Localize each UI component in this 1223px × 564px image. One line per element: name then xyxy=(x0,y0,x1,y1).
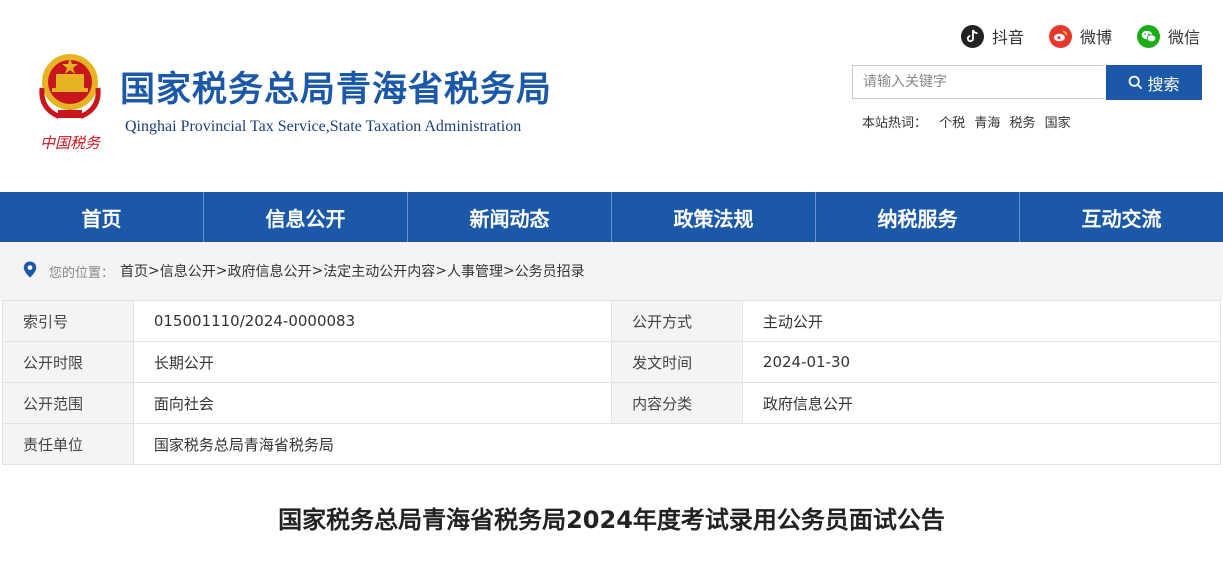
meta-value-index-no: 015001110/2024-0000083 xyxy=(132,300,613,342)
meta-key-scope: 公开范围 xyxy=(2,382,134,424)
meta-key-method: 公开方式 xyxy=(611,300,743,342)
search-button[interactable]: 搜索 xyxy=(1106,65,1202,100)
nav-taxpayer-service[interactable]: 纳税服务 xyxy=(816,192,1020,242)
hot-word-link[interactable]: 国家 xyxy=(1045,116,1071,131)
social-douyin-label: 抖音 xyxy=(992,28,1025,47)
breadcrumb-info-disclosure[interactable]: 信息公开 xyxy=(160,261,216,281)
nav-home[interactable]: 首页 xyxy=(0,192,204,242)
table-row: 公开范围 面向社会 内容分类 政府信息公开 xyxy=(2,382,1222,424)
nav-interaction[interactable]: 互动交流 xyxy=(1020,192,1223,242)
social-douyin-link[interactable]: 抖音 xyxy=(961,24,1024,48)
document-meta-table: 索引号 015001110/2024-0000083 公开方式 主动公开 公开时… xyxy=(2,300,1222,465)
main-nav: 首页 信息公开 新闻动态 政策法规 纳税服务 互动交流 xyxy=(0,192,1223,242)
meta-value-unit: 国家税务总局青海省税务局 xyxy=(132,423,1222,465)
douyin-icon xyxy=(961,24,984,48)
search-input[interactable] xyxy=(852,65,1104,99)
site-header: 中国税务 国家税务总局青海省税务局 Qinghai Provincial Tax… xyxy=(0,0,1223,192)
location-pin-icon xyxy=(23,261,37,282)
hot-word-link[interactable]: 税务 xyxy=(1009,116,1035,131)
breadcrumb: 您的位置： 首页 > 信息公开 > 政府信息公开 > 法定主动公开内容 > 人事管理 > 公务员招录 xyxy=(0,242,1223,300)
nav-info-disclosure[interactable]: 信息公开 xyxy=(204,192,408,242)
nav-policies[interactable]: 政策法规 xyxy=(612,192,816,242)
wechat-icon xyxy=(1137,24,1160,48)
social-weibo-link[interactable]: 微博 xyxy=(1049,24,1112,48)
article-title: 国家税务总局青海省税务局2024年度考试录用公务员面试公告 xyxy=(278,506,945,534)
meta-key-date: 发文时间 xyxy=(611,341,743,383)
emblem-caption: 中国税务 xyxy=(40,134,102,152)
hot-words: 本站热词： 个税 青海 税务 国家 xyxy=(862,112,1076,131)
site-title[interactable]: 国家税务总局青海省税务局 xyxy=(120,66,552,114)
table-row: 公开时限 长期公开 发文时间 2024-01-30 xyxy=(2,341,1222,383)
search-icon xyxy=(1128,75,1143,90)
hot-words-label: 本站热词： xyxy=(862,116,928,131)
breadcrumb-statutory-content[interactable]: 法定主动公开内容 xyxy=(323,261,435,281)
social-wechat-label: 微信 xyxy=(1168,28,1201,47)
hot-word-link[interactable]: 青海 xyxy=(974,116,1000,131)
social-wechat-link[interactable]: 微信 xyxy=(1137,24,1200,48)
meta-key-unit: 责任单位 xyxy=(2,423,134,465)
meta-value-period: 长期公开 xyxy=(132,341,613,383)
social-weibo-label: 微博 xyxy=(1080,28,1113,47)
meta-key-category: 内容分类 xyxy=(611,382,743,424)
meta-key-index-no: 索引号 xyxy=(2,300,134,342)
hot-word-link[interactable]: 个税 xyxy=(939,116,965,131)
meta-value-method: 主动公开 xyxy=(741,300,1222,342)
breadcrumb-gov-info[interactable]: 政府信息公开 xyxy=(227,261,311,281)
breadcrumb-personnel[interactable]: 人事管理 xyxy=(447,261,503,281)
breadcrumb-recruitment[interactable]: 公务员招录 xyxy=(515,261,585,281)
meta-value-category: 政府信息公开 xyxy=(741,382,1222,424)
breadcrumb-label: 您的位置： xyxy=(49,265,115,281)
meta-key-period: 公开时限 xyxy=(2,341,134,383)
search-button-label: 搜索 xyxy=(1147,74,1180,94)
table-row: 责任单位 国家税务总局青海省税务局 xyxy=(2,423,1222,465)
table-row: 索引号 015001110/2024-0000083 公开方式 主动公开 xyxy=(2,300,1222,342)
meta-value-date: 2024-01-30 xyxy=(741,341,1222,383)
breadcrumb-home[interactable]: 首页 xyxy=(120,261,148,281)
tax-emblem-logo[interactable]: 中国税务 xyxy=(30,48,110,158)
site-subtitle-en: Qinghai Provincial Tax Service,State Tax… xyxy=(125,118,522,135)
nav-news[interactable]: 新闻动态 xyxy=(408,192,612,242)
weibo-icon xyxy=(1049,24,1072,48)
meta-value-scope: 面向社会 xyxy=(132,382,613,424)
